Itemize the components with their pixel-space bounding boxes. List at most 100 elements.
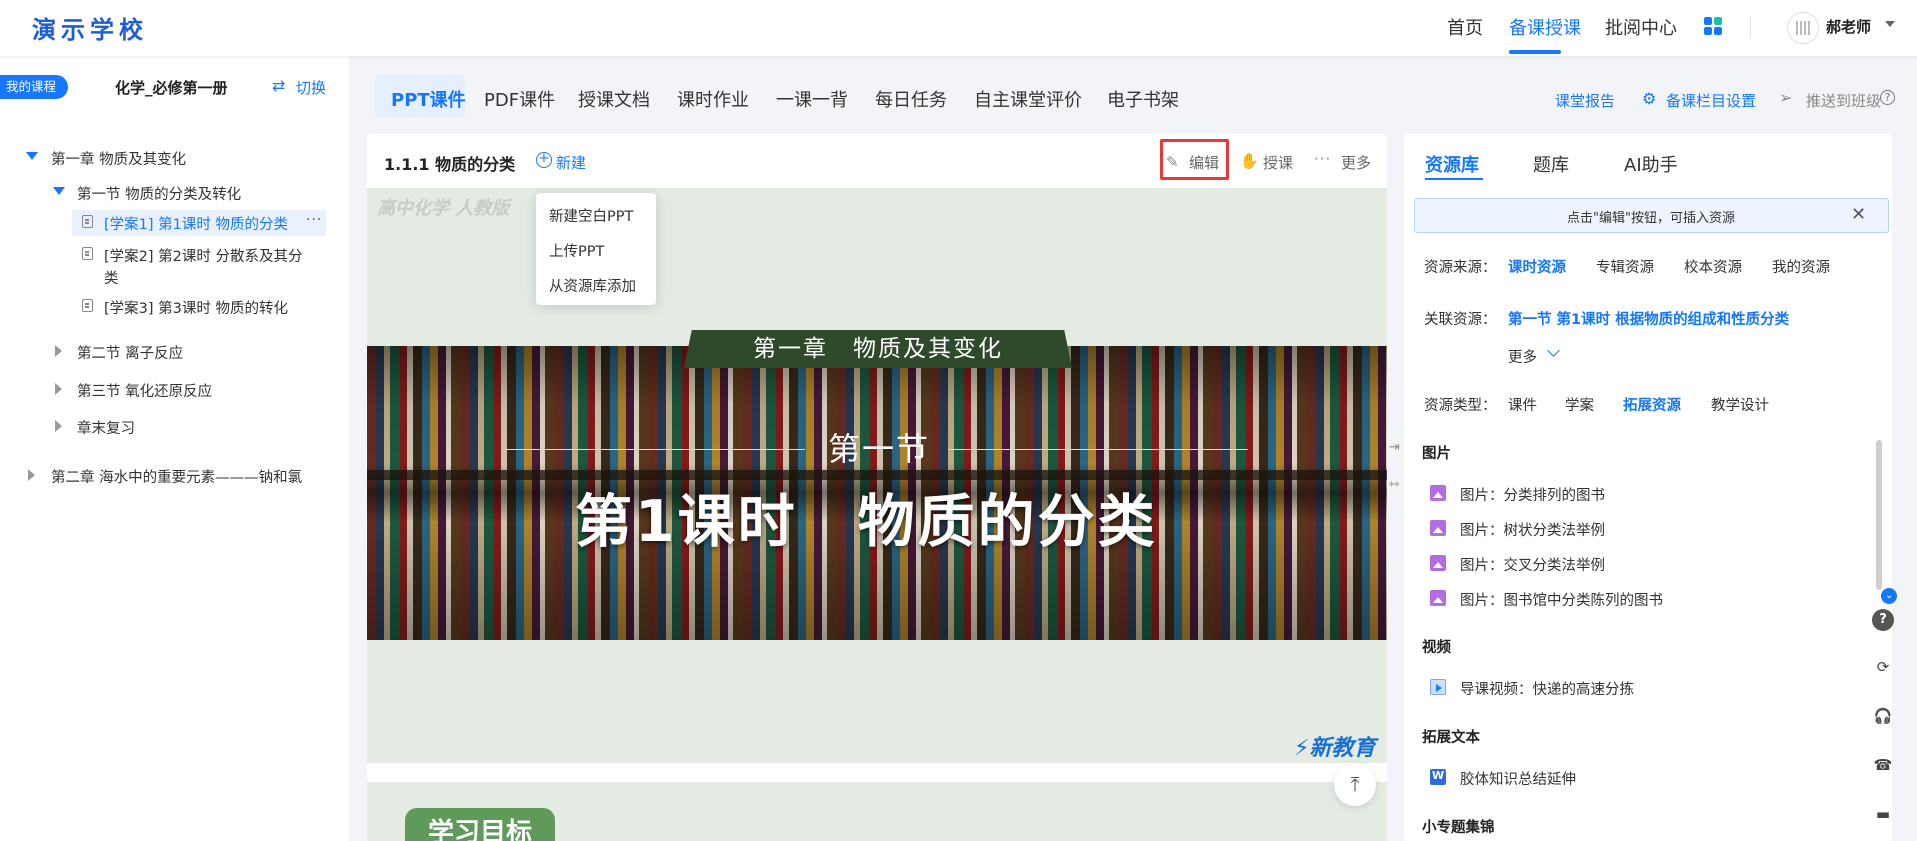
type-courseware[interactable]: 课件 (1508, 394, 1537, 415)
related-resource-link[interactable]: 第一节 第1课时 根据物质的组成和性质分类 (1508, 308, 1789, 329)
column-settings-link[interactable]: 备课栏目设置 (1666, 90, 1756, 111)
class-report-link[interactable]: 课堂报告 (1555, 90, 1615, 111)
resize-panel-icon[interactable]: ⇿ (1389, 477, 1400, 492)
decorative-line (948, 449, 1248, 450)
tree-lesson-2[interactable]: [学案2] 第2课时 分散系及其分 (104, 245, 302, 266)
tab-homework[interactable]: 课时作业 (677, 86, 749, 112)
menu-item-upload-ppt[interactable]: 上传PPT (549, 240, 604, 261)
collapse-panel-icon[interactable]: ⇥ (1389, 440, 1400, 455)
collapsed-section-icon[interactable] (55, 420, 62, 432)
refresh-icon[interactable]: ⟳ (1872, 656, 1894, 678)
tab-ppt[interactable]: PPT课件 (391, 86, 466, 112)
tab-recite[interactable]: 一课一背 (776, 86, 848, 112)
my-course-badge[interactable]: 我的课程 (0, 75, 68, 99)
teach-icon[interactable]: ✋ (1240, 152, 1259, 170)
source-school[interactable]: 校本资源 (1684, 256, 1742, 277)
tab-ai-assistant[interactable]: AI助手 (1624, 151, 1678, 177)
category-images: 图片 (1422, 446, 1451, 462)
tree-lesson-1[interactable]: [学案1] 第1课时 物质的分类 (104, 213, 288, 234)
tree-lesson-2-wrap[interactable]: 类 (104, 267, 119, 288)
close-icon[interactable]: ✕ (1851, 204, 1866, 225)
active-nav-indicator (1509, 50, 1561, 54)
tab-daily-task[interactable]: 每日任务 (875, 86, 947, 112)
back-to-top-icon[interactable]: ⤒ (1334, 764, 1376, 806)
tab-resource-library[interactable]: 资源库 (1425, 151, 1479, 177)
help-icon[interactable]: ? (1872, 609, 1894, 631)
plus-circle-icon[interactable]: + (536, 152, 552, 168)
slide-lesson-title: 第1课时 物质的分类 (575, 489, 1158, 555)
document-icon (82, 247, 93, 260)
brand-name: 新教育 (1309, 736, 1376, 761)
resource-item[interactable]: 图片：交叉分类法举例 (1460, 554, 1605, 575)
resource-item[interactable]: 图片：树状分类法举例 (1460, 519, 1605, 540)
ppt-title: 1.1.1 物质的分类 (384, 155, 516, 174)
tree-section-3[interactable]: 第三节 氧化还原反应 (77, 380, 212, 401)
resource-item[interactable]: 导课视频：快递的高速分拣 (1460, 678, 1634, 699)
settings-icon[interactable]: ⚙ (1642, 89, 1656, 108)
tab-pdf[interactable]: PDF课件 (484, 86, 555, 112)
tree-section-1[interactable]: 第一节 物质的分类及转化 (77, 183, 241, 204)
category-video: 视频 (1422, 640, 1451, 656)
edit-button[interactable]: 编辑 (1189, 152, 1219, 173)
type-extended[interactable]: 拓展资源 (1623, 394, 1681, 415)
source-lesson[interactable]: 课时资源 (1508, 256, 1566, 277)
image-file-icon (1430, 555, 1446, 571)
avatar[interactable] (1787, 12, 1819, 44)
source-album[interactable]: 专辑资源 (1596, 256, 1654, 277)
edit-icon[interactable]: ✎ (1166, 153, 1179, 171)
push-to-class-link[interactable]: 推送到班级 (1806, 90, 1881, 111)
collapsed-section-icon[interactable] (55, 345, 62, 357)
new-button[interactable]: 新建 (556, 152, 586, 173)
more-related-button[interactable]: 更多 (1508, 346, 1537, 367)
resource-item[interactable]: 图片：分类排列的图书 (1460, 484, 1605, 505)
image-file-icon (1430, 520, 1446, 536)
nav-prepare-teach[interactable]: 备课授课 (1509, 14, 1581, 40)
tree-chapter-1[interactable]: 第一章 物质及其变化 (51, 148, 186, 169)
school-logo[interactable]: 演示学校 (32, 10, 148, 45)
more-button[interactable]: 更多 (1341, 152, 1371, 173)
tree-chapter-2[interactable]: 第二章 海水中的重要元素———钠和氯 (51, 466, 302, 487)
card-icon[interactable]: ▬ (1872, 803, 1894, 825)
source-mine[interactable]: 我的资源 (1772, 256, 1830, 277)
more-dots-icon[interactable]: ··· (1314, 150, 1331, 168)
scrollbar[interactable] (1876, 440, 1882, 590)
nav-home[interactable]: 首页 (1447, 14, 1483, 40)
resource-item[interactable]: 胶体知识总结延伸 (1460, 768, 1576, 789)
document-icon (82, 299, 93, 312)
resource-item[interactable]: 图片：图书馆中分类陈列的图书 (1460, 589, 1663, 610)
video-file-icon (1430, 679, 1446, 695)
apps-grid-icon[interactable] (1704, 17, 1724, 37)
top-bar: 演示学校 首页 备课授课 批阅中心 郝老师 (0, 0, 1917, 56)
switch-course-button[interactable]: 切换 (296, 77, 326, 98)
type-teaching-design[interactable]: 教学设计 (1711, 394, 1769, 415)
notice-text: 点击"编辑"按钮，可插入资源 (1567, 211, 1735, 226)
tree-chapter-review[interactable]: 章末复习 (77, 417, 135, 438)
headset-icon[interactable]: 🎧 (1872, 705, 1894, 727)
switch-icon[interactable]: ⇄ (272, 76, 285, 95)
scroll-down-icon[interactable]: ⌄ (1881, 588, 1897, 604)
send-icon[interactable]: ➢ (1779, 88, 1792, 107)
tab-teaching-doc[interactable]: 授课文档 (578, 86, 650, 112)
category-extended-text: 拓展文本 (1422, 730, 1480, 746)
expand-chapter-icon[interactable] (26, 152, 38, 160)
expand-section-icon[interactable] (53, 187, 65, 195)
word-file-icon (1430, 769, 1446, 785)
tree-section-2[interactable]: 第二节 离子反应 (77, 342, 183, 363)
collapsed-section-icon[interactable] (55, 383, 62, 395)
menu-item-new-blank-ppt[interactable]: 新建空白PPT (549, 205, 633, 226)
teach-button[interactable]: 授课 (1263, 152, 1293, 173)
tab-question-bank[interactable]: 题库 (1533, 151, 1569, 177)
tab-self-evaluation[interactable]: 自主课堂评价 (974, 86, 1082, 112)
help-icon[interactable]: ? (1880, 90, 1895, 105)
tree-lesson-3[interactable]: [学案3] 第3课时 物质的转化 (104, 297, 288, 318)
category-topics: 小专题集锦 (1422, 820, 1495, 836)
menu-item-add-from-library[interactable]: 从资源库添加 (549, 275, 636, 296)
tab-ebook-shelf[interactable]: 电子书架 (1107, 86, 1179, 112)
chevron-down-icon[interactable] (1885, 21, 1895, 27)
nav-review-center[interactable]: 批阅中心 (1605, 14, 1677, 40)
collapsed-chapter-icon[interactable] (28, 469, 35, 481)
user-name[interactable]: 郝老师 (1826, 16, 1871, 37)
lesson-more-icon[interactable]: ··· (306, 212, 322, 228)
type-study-guide[interactable]: 学案 (1565, 394, 1594, 415)
phone-icon[interactable]: ☎ (1872, 754, 1894, 776)
